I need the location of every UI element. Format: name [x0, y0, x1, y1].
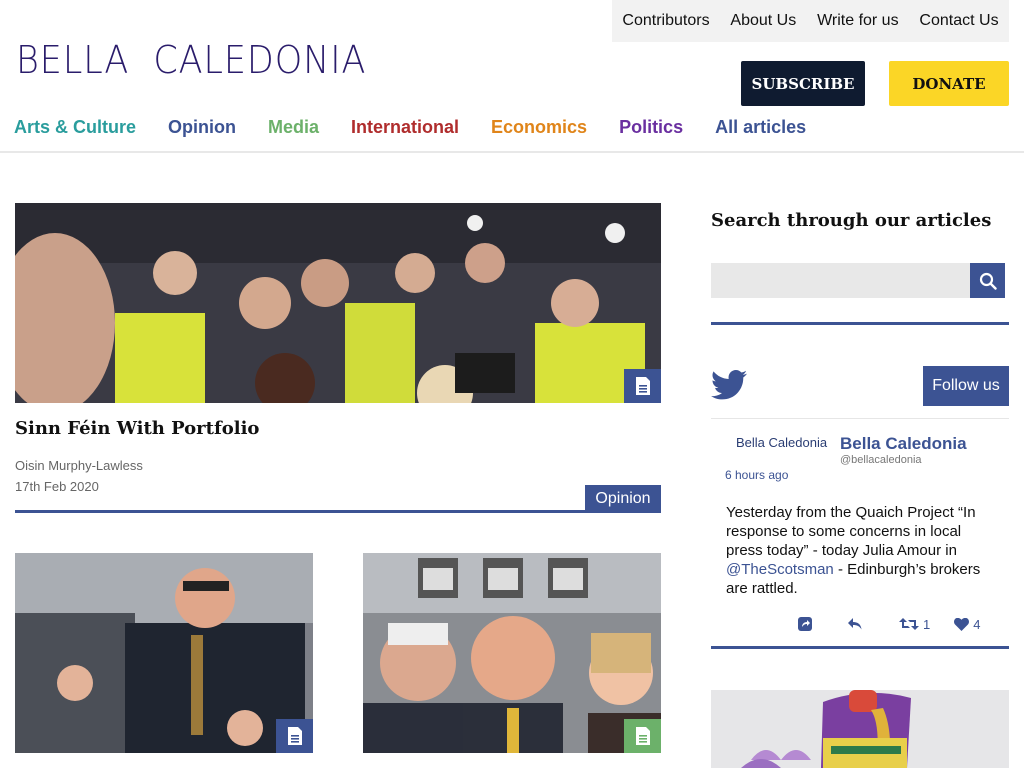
featured-image[interactable] — [15, 203, 661, 403]
tweet-author-name[interactable]: Bella Caledonia — [840, 434, 967, 454]
search-input[interactable] — [711, 263, 970, 298]
tweet-avatar-name[interactable]: Bella Caledonia — [736, 435, 827, 450]
article-type-badge — [624, 719, 661, 753]
search-heading: Search through our articles — [711, 210, 992, 231]
tweet-actions: 1 4 — [797, 616, 980, 632]
follow-us-button[interactable]: Follow us — [923, 366, 1009, 406]
search-button[interactable] — [970, 263, 1005, 298]
document-icon — [635, 377, 650, 395]
featured-author[interactable]: Oisin Murphy-Lawless — [15, 458, 143, 473]
category-nav: Arts & Culture Opinion Media Internation… — [14, 117, 838, 138]
tweet-text-part1: Yesterday from the Quaich Project “In re… — [726, 504, 976, 559]
tweet-author-handle[interactable]: @bellacaledonia — [840, 454, 922, 466]
article-card-image[interactable] — [363, 553, 661, 753]
cat-arts-culture[interactable]: Arts & Culture — [14, 117, 136, 138]
retweet-count: 1 — [923, 616, 931, 632]
twitter-bird-icon — [711, 370, 747, 405]
like-count: 4 — [973, 616, 981, 632]
cat-politics[interactable]: Politics — [619, 117, 683, 138]
cat-media[interactable]: Media — [268, 117, 319, 138]
article-type-badge — [276, 719, 313, 753]
document-icon — [635, 727, 650, 745]
tweet-text: Yesterday from the Quaich Project “In re… — [726, 503, 991, 598]
share-icon[interactable] — [797, 616, 813, 632]
like-heart-icon[interactable] — [954, 617, 970, 631]
cat-economics[interactable]: Economics — [491, 117, 587, 138]
tweet-timestamp[interactable]: 6 hours ago — [725, 468, 788, 482]
sidebar-divider — [711, 646, 1009, 649]
site-logo[interactable]: BELLA CALEDONIA — [16, 38, 366, 82]
header-divider — [0, 151, 1024, 153]
nav-about-us[interactable]: About Us — [730, 12, 796, 30]
featured-category-badge[interactable]: Opinion — [585, 485, 661, 513]
featured-date: 17th Feb 2020 — [15, 479, 99, 494]
tweet-mention-link[interactable]: @TheScotsman — [726, 561, 834, 578]
cat-opinion[interactable]: Opinion — [168, 117, 236, 138]
top-nav: Contributors About Us Write for us Conta… — [612, 0, 1009, 42]
nav-contact-us[interactable]: Contact Us — [919, 12, 998, 30]
search-icon — [979, 272, 997, 290]
article-type-badge — [624, 369, 661, 403]
featured-underline — [15, 510, 661, 513]
nav-contributors[interactable]: Contributors — [622, 12, 709, 30]
cat-international[interactable]: International — [351, 117, 459, 138]
donate-button[interactable]: DONATE — [889, 61, 1009, 106]
sidebar-divider — [711, 322, 1009, 325]
reply-icon[interactable] — [847, 617, 863, 631]
tweet-card: Bella Caledonia Bella Caledonia @bellaca… — [711, 418, 1009, 646]
article-card-image[interactable] — [15, 553, 313, 753]
sidebar-promo-image[interactable] — [711, 690, 1009, 768]
cat-all-articles[interactable]: All articles — [715, 117, 806, 138]
subscribe-button[interactable]: SUBSCRIBE — [741, 61, 865, 106]
nav-write-for-us[interactable]: Write for us — [817, 12, 899, 30]
retweet-icon[interactable] — [899, 617, 919, 631]
document-icon — [287, 727, 302, 745]
featured-title[interactable]: Sinn Féin With Portfolio — [15, 418, 259, 439]
